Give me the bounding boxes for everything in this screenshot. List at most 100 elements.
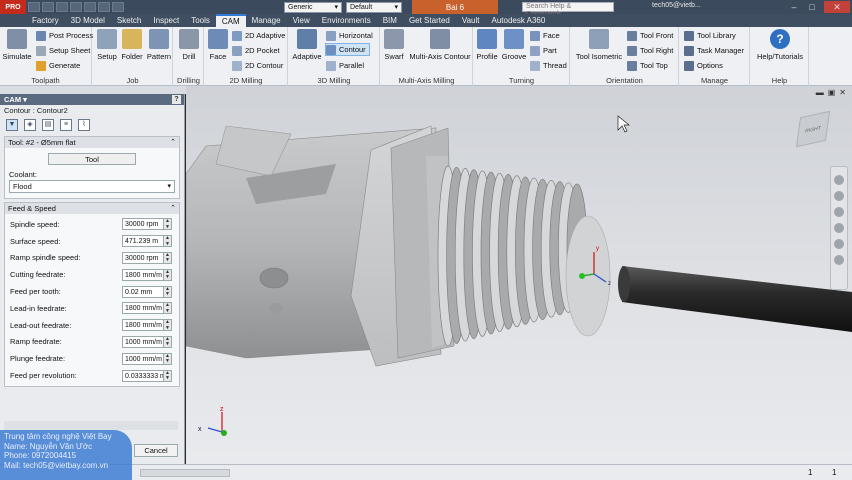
feed-field-input[interactable]: 30000 rpm bbox=[122, 218, 164, 231]
undo-icon[interactable] bbox=[70, 2, 82, 12]
look-at-icon[interactable] bbox=[834, 239, 844, 249]
geometry-tab-icon[interactable]: ◈ bbox=[24, 119, 36, 131]
passes-section-header[interactable] bbox=[4, 421, 178, 430]
close-icon[interactable]: ✕ bbox=[824, 1, 850, 13]
new-icon[interactable] bbox=[28, 2, 40, 12]
zoom-icon[interactable] bbox=[834, 207, 844, 217]
update-icon[interactable] bbox=[112, 2, 124, 12]
tab-tools[interactable]: Tools bbox=[185, 14, 216, 27]
contour-button[interactable]: Contour bbox=[325, 43, 370, 56]
open-icon[interactable] bbox=[42, 2, 54, 12]
simulate-button[interactable]: Simulate bbox=[0, 29, 34, 61]
tab-factory[interactable]: Factory bbox=[26, 14, 65, 27]
feed-field-input[interactable]: 471.239 m bbox=[122, 235, 164, 248]
feed-speed-section-header[interactable]: Feed & Speed ⌃ bbox=[5, 203, 179, 214]
tab-manage[interactable]: Manage bbox=[246, 14, 287, 27]
material-combo[interactable]: Generic ▾ bbox=[284, 1, 342, 13]
search-input[interactable]: Search Help & Commands... bbox=[522, 2, 614, 18]
home-icon[interactable] bbox=[98, 2, 110, 12]
tab-3d-model[interactable]: 3D Model bbox=[65, 14, 111, 27]
feed-field-input[interactable]: 1800 mm/m bbox=[122, 319, 164, 332]
appearance-combo[interactable]: Default ▾ bbox=[346, 1, 402, 13]
spinner-icon[interactable]: ▲ ▼ bbox=[164, 352, 172, 365]
tab-sketch[interactable]: Sketch bbox=[111, 14, 147, 27]
feed-field-input[interactable]: 1000 mm/m bbox=[122, 352, 164, 365]
spinner-icon[interactable]: ▲ ▼ bbox=[164, 302, 172, 315]
viewport-minimize-icon[interactable]: ▬ bbox=[816, 88, 824, 97]
tab-vault[interactable]: Vault bbox=[456, 14, 486, 27]
setup-button[interactable]: Setup bbox=[93, 29, 121, 61]
feed-field-input[interactable]: 0.02 mm bbox=[122, 285, 164, 298]
feed-field-input[interactable]: 0.0333333 m bbox=[122, 369, 164, 382]
collapse-icon[interactable]: ⌃ bbox=[170, 137, 176, 148]
orbit-icon[interactable] bbox=[834, 223, 844, 233]
options-button[interactable]: Options bbox=[684, 59, 723, 72]
tool-tab-icon[interactable]: ▼ bbox=[6, 119, 18, 131]
spinner-icon[interactable]: ▲ ▼ bbox=[164, 218, 172, 231]
adaptive-button[interactable]: Adaptive bbox=[289, 29, 325, 61]
tab-cam[interactable]: CAM bbox=[215, 14, 246, 27]
collapse-icon[interactable]: ⌃ bbox=[170, 203, 176, 214]
turning-face-button[interactable]: Face bbox=[530, 29, 560, 42]
tool-isometric-button[interactable]: Tool Isometric bbox=[573, 29, 625, 61]
generate-button[interactable]: Generate bbox=[36, 59, 80, 72]
thread-button[interactable]: Thread bbox=[530, 59, 567, 72]
tab-environments[interactable]: Environments bbox=[316, 14, 377, 27]
user-account[interactable]: tech05@vietb... bbox=[652, 2, 701, 9]
tool-library-button[interactable]: Tool Library bbox=[684, 29, 736, 42]
viewport-restore-icon[interactable]: ▣ bbox=[828, 88, 836, 97]
horizontal-button[interactable]: Horizontal bbox=[326, 29, 373, 42]
zoom-all-icon[interactable] bbox=[834, 255, 844, 265]
folder-button[interactable]: Folder bbox=[119, 29, 145, 61]
tab-inspect[interactable]: Inspect bbox=[147, 14, 185, 27]
setup-sheet-button[interactable]: Setup Sheet bbox=[36, 44, 90, 57]
feed-field-input[interactable]: 1800 mm/m bbox=[122, 302, 164, 315]
cam-panel-header[interactable]: CAM ▾ ? bbox=[0, 94, 184, 105]
feed-field-input[interactable]: 30000 rpm bbox=[122, 251, 164, 264]
spinner-icon[interactable]: ▲ ▼ bbox=[164, 235, 172, 248]
redo-icon[interactable] bbox=[84, 2, 96, 12]
groove-button[interactable]: Groove bbox=[500, 29, 528, 61]
app-logo[interactable]: PRO bbox=[0, 0, 26, 14]
graphics-viewport[interactable]: z x y z ▬ ▣ ✕ RIGHT bbox=[186, 86, 852, 464]
feed-field-input[interactable]: 1000 mm/m bbox=[122, 335, 164, 348]
minimize-icon[interactable]: – bbox=[786, 1, 802, 13]
select-tool-button[interactable]: Tool bbox=[48, 153, 136, 165]
pattern-button[interactable]: Pattern bbox=[145, 29, 173, 61]
maximize-icon[interactable]: □ bbox=[804, 1, 820, 13]
panel-help-icon[interactable]: ? bbox=[172, 95, 181, 104]
tab-autodesk-a360[interactable]: Autodesk A360 bbox=[486, 14, 552, 27]
tool-front-button[interactable]: Tool Front bbox=[627, 29, 673, 42]
post-process-button[interactable]: Post Process bbox=[36, 29, 93, 42]
steering-wheel-icon[interactable] bbox=[834, 175, 844, 185]
heights-tab-icon[interactable]: ▤ bbox=[42, 119, 54, 131]
swarf-button[interactable]: Swarf bbox=[381, 29, 407, 61]
drill-button[interactable]: Drill bbox=[174, 29, 204, 61]
viewport-close-icon[interactable]: ✕ bbox=[839, 88, 846, 97]
tool-top-button[interactable]: Tool Top bbox=[627, 59, 668, 72]
2d-pocket-button[interactable]: 2D Pocket bbox=[232, 44, 280, 57]
part-button[interactable]: Part bbox=[530, 44, 557, 57]
coolant-select[interactable]: Flood ▾ bbox=[9, 180, 175, 193]
multi-axis-contour-button[interactable]: Multi-Axis Contour bbox=[407, 29, 473, 61]
tool-section-header[interactable]: Tool: #2 - Ø5mm flat ⌃ bbox=[5, 137, 179, 148]
linking-tab-icon[interactable]: ⌇ bbox=[78, 119, 90, 131]
tab-bim[interactable]: BIM bbox=[377, 14, 403, 27]
task-manager-button[interactable]: Task Manager bbox=[684, 44, 744, 57]
tab-view[interactable]: View bbox=[287, 14, 316, 27]
cancel-button[interactable]: Cancel bbox=[134, 444, 178, 457]
tab-get-started[interactable]: Get Started bbox=[403, 14, 456, 27]
face-2d-button[interactable]: Face bbox=[205, 29, 231, 61]
help-tutorials-button[interactable]: ? Help/Tutorials bbox=[753, 29, 807, 61]
spinner-icon[interactable]: ▲ ▼ bbox=[164, 319, 172, 332]
2d-contour-button[interactable]: 2D Contour bbox=[232, 59, 283, 72]
spinner-icon[interactable]: ▲ ▼ bbox=[164, 285, 172, 298]
spinner-icon[interactable]: ▲ ▼ bbox=[164, 335, 172, 348]
profile-button[interactable]: Profile bbox=[474, 29, 500, 61]
feed-field-input[interactable]: 1800 mm/m bbox=[122, 268, 164, 281]
passes-tab-icon[interactable]: ≡ bbox=[60, 119, 72, 131]
parallel-button[interactable]: Parallel bbox=[326, 59, 364, 72]
spinner-icon[interactable]: ▲ ▼ bbox=[164, 268, 172, 281]
save-icon[interactable] bbox=[56, 2, 68, 12]
tool-right-button[interactable]: Tool Right bbox=[627, 44, 673, 57]
